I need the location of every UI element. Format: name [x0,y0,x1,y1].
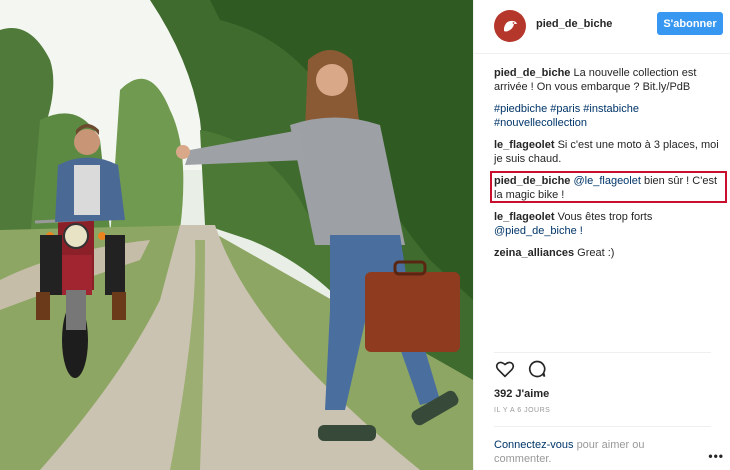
comment-username[interactable]: le_flageolet [494,139,555,151]
bird-logo-icon[interactable] [494,10,526,42]
comment-text: Vous êtes trop forts [557,211,653,223]
post-actions [494,358,548,382]
comment-item: le_flageolet Vous êtes trop forts @pied_… [494,210,726,238]
comments-list: pied_de_biche La nouvelle collection est… [490,66,727,268]
post-time: IL Y A 6 JOURS [494,407,551,414]
comment-username[interactable]: zeina_alliances [494,247,574,259]
login-prompt: Connectez-vous pour aimer ou commenter. [494,438,684,466]
login-link[interactable]: Connectez-vous [494,439,574,451]
comment-text: Great :) [577,247,615,259]
post-header: pied_de_biche S'abonner [474,0,730,54]
heart-icon[interactable] [494,358,516,380]
caption-username[interactable]: pied_de_biche [494,67,570,79]
comment-item: le_flageolet Si c'est une moto à 3 place… [494,138,726,166]
follow-button[interactable]: S'abonner [657,12,723,35]
divider [494,352,711,353]
comment-username[interactable]: le_flageolet [494,211,555,223]
comment-item-highlighted: pied_de_biche @le_flageolet bien sûr ! C… [490,171,727,203]
highlight-box [490,171,727,203]
post-photo [0,0,473,470]
header-username[interactable]: pied_de_biche [536,18,612,30]
likes-count[interactable]: 392 J'aime [494,388,549,400]
comment-bubble-icon[interactable] [526,358,548,380]
post-sidebar: pied_de_biche S'abonner pied_de_biche La… [473,0,730,470]
caption: pied_de_biche La nouvelle collection est… [494,66,726,94]
comment-mention[interactable]: @pied_de_biche ! [494,225,583,237]
caption-hashtags[interactable]: #piedbiche #paris #instabiche #nouvellec… [494,102,726,130]
more-options-icon[interactable]: ••• [708,449,724,463]
comment-item: zeina_alliances Great :) [494,246,726,260]
divider [494,426,711,427]
